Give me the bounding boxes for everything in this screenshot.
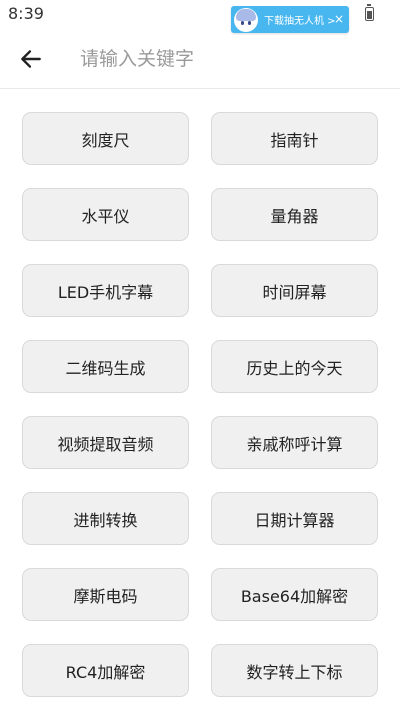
tool-button-video-to-audio[interactable]: 视频提取音频 bbox=[22, 416, 189, 469]
tool-button-rc4[interactable]: RC4加解密 bbox=[22, 644, 189, 697]
ad-avatar bbox=[234, 7, 258, 32]
tool-button-level[interactable]: 水平仪 bbox=[22, 188, 189, 241]
tool-button-date-calculator[interactable]: 日期计算器 bbox=[211, 492, 378, 545]
divider bbox=[0, 88, 400, 89]
tool-button-qr-generator[interactable]: 二维码生成 bbox=[22, 340, 189, 393]
tool-button-morse-code[interactable]: 摩斯电码 bbox=[22, 568, 189, 621]
tool-button-led-subtitle[interactable]: LED手机字幕 bbox=[22, 264, 189, 317]
arrow-left-icon[interactable] bbox=[18, 46, 44, 72]
ad-text: 下载抽无人机 > bbox=[264, 16, 336, 27]
tool-grid: 刻度尺 指南针 水平仪 量角器 LED手机字幕 时间屏幕 二维码生成 历史上的今… bbox=[22, 112, 378, 697]
tool-button-protractor[interactable]: 量角器 bbox=[211, 188, 378, 241]
battery-icon bbox=[365, 4, 374, 21]
tool-button-base-converter[interactable]: 进制转换 bbox=[22, 492, 189, 545]
tool-button-time-screen[interactable]: 时间屏幕 bbox=[211, 264, 378, 317]
tool-button-superscript-subscript[interactable]: 数字转上下标 bbox=[211, 644, 378, 697]
tool-button-today-in-history[interactable]: 历史上的今天 bbox=[211, 340, 378, 393]
tool-button-base64[interactable]: Base64加解密 bbox=[211, 568, 378, 621]
status-time: 8:39 bbox=[8, 4, 44, 23]
close-icon[interactable]: × bbox=[334, 11, 344, 27]
search-input[interactable] bbox=[80, 44, 380, 74]
search-bar bbox=[0, 34, 400, 86]
ad-banner[interactable]: 下载抽无人机 > × bbox=[231, 6, 349, 33]
tool-button-relative-title-calculator[interactable]: 亲戚称呼计算 bbox=[211, 416, 378, 469]
tool-button-compass[interactable]: 指南针 bbox=[211, 112, 378, 165]
tool-button-ruler[interactable]: 刻度尺 bbox=[22, 112, 189, 165]
